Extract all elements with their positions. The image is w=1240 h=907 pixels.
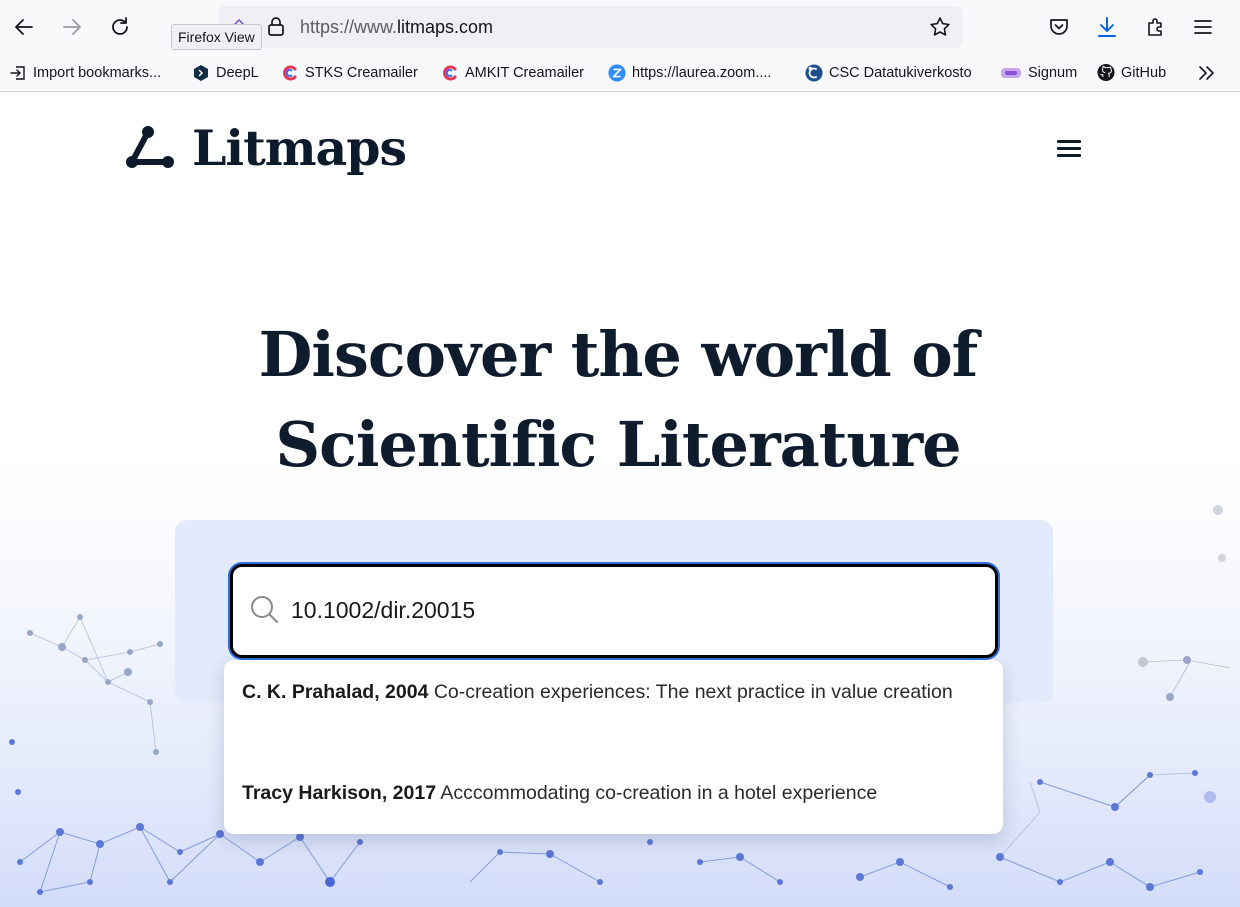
import-icon xyxy=(9,64,27,82)
bookmark-label: Import bookmarks... xyxy=(33,64,162,81)
bookmark-label: Signum xyxy=(1028,64,1078,81)
forward-arrow-icon xyxy=(63,19,81,35)
bookmark-star-icon[interactable] xyxy=(928,15,952,39)
menu-bar xyxy=(1057,140,1081,143)
app-menu-button[interactable] xyxy=(1188,12,1218,42)
puzzle-icon xyxy=(1148,18,1162,36)
suggestion-item[interactable]: Tracy Harkison, 2017 Acccommodating co-c… xyxy=(242,779,982,808)
deepl-icon xyxy=(192,64,210,82)
hero-headline: Discover the world of Scientific Literat… xyxy=(0,310,1236,490)
litmaps-logo[interactable]: Litmaps xyxy=(124,116,407,180)
logo-text: Litmaps xyxy=(192,119,407,177)
suggestion-title: Acccommodating co-creation in a hotel ex… xyxy=(440,782,878,804)
bookmark-laurea-zoom[interactable]: https://laurea.zoom.... xyxy=(608,54,771,91)
url-prefix: https://www. xyxy=(300,17,398,37)
back-button[interactable] xyxy=(9,12,39,42)
reload-button[interactable] xyxy=(105,12,135,42)
search-suggestions: C. K. Prahalad, 2004 Co-creation experie… xyxy=(224,660,1003,834)
reload-icon xyxy=(112,17,128,35)
headline-line-1: Discover the world of xyxy=(258,318,979,391)
suggestion-authors: C. K. Prahalad, 2004 xyxy=(242,681,429,703)
menu-icon xyxy=(1194,20,1212,34)
bookmarks-overflow-button[interactable] xyxy=(1196,54,1218,91)
suggestion-authors: Tracy Harkison, 2017 xyxy=(242,782,437,804)
search-value: 10.1002/dir.20015 xyxy=(291,597,476,623)
bookmark-label: https://laurea.zoom.... xyxy=(632,64,772,81)
github-icon xyxy=(1097,63,1115,82)
bookmark-label: DeepL xyxy=(216,64,259,81)
bookmark-github[interactable]: GitHub xyxy=(1097,54,1166,91)
litmaps-logo-icon xyxy=(126,126,174,168)
bookmark-label: CSC Datatukiverkosto xyxy=(829,64,972,81)
headline-line-2: Scientific Literature xyxy=(275,408,961,481)
site-menu-button[interactable] xyxy=(1057,140,1081,160)
creamailer-icon xyxy=(281,64,299,82)
bookmark-signum[interactable]: Signum xyxy=(1000,54,1077,91)
bookmarks-bar: Import bookmarks... DeepL STKS Creamaile… xyxy=(0,54,1240,92)
litmaps-page: Litmaps Discover the world of Scientific… xyxy=(0,92,1240,907)
download-icon xyxy=(1098,17,1116,37)
bookmark-stks-creamailer[interactable]: STKS Creamailer xyxy=(281,54,418,91)
downloads-button[interactable] xyxy=(1092,12,1122,42)
back-arrow-icon xyxy=(15,19,33,35)
extensions-button[interactable] xyxy=(1141,12,1171,42)
firefox-view-tooltip: Firefox View xyxy=(171,24,262,50)
menu-bar xyxy=(1057,154,1081,157)
lock-icon[interactable] xyxy=(266,15,286,37)
bookmark-csc[interactable]: CSC Datatukiverkosto xyxy=(805,54,972,91)
menu-bar xyxy=(1057,147,1081,150)
url-domain: litmaps.com xyxy=(397,17,494,37)
signum-icon xyxy=(1000,64,1022,82)
chevron-double-right-icon xyxy=(1199,65,1214,80)
bookmark-deepl[interactable]: DeepL xyxy=(192,54,259,91)
pocket-icon xyxy=(1050,19,1068,35)
bookmark-amkit-creamailer[interactable]: AMKIT Creamailer xyxy=(441,54,584,91)
bookmark-label: GitHub xyxy=(1121,64,1167,81)
suggestion-item[interactable]: C. K. Prahalad, 2004 Co-creation experie… xyxy=(242,678,962,707)
bookmark-label: STKS Creamailer xyxy=(305,64,418,81)
suggestion-title: Co-creation experiences: The next practi… xyxy=(433,681,953,703)
browser-toolbar: https://www.litmaps.com Firefox View xyxy=(0,0,1240,54)
url-text[interactable]: https://www.litmaps.com xyxy=(300,17,493,38)
zoom-icon xyxy=(608,63,626,82)
csc-icon xyxy=(805,63,823,82)
search-icon xyxy=(251,596,278,623)
bookmark-import[interactable]: Import bookmarks... xyxy=(9,54,161,91)
address-bar[interactable]: https://www.litmaps.com xyxy=(218,6,962,48)
pocket-button[interactable] xyxy=(1044,12,1074,42)
bookmark-label: AMKIT Creamailer xyxy=(465,64,584,81)
forward-button[interactable] xyxy=(57,12,87,42)
creamailer-icon xyxy=(441,64,459,82)
search-input[interactable]: 10.1002/dir.20015 xyxy=(230,564,998,658)
